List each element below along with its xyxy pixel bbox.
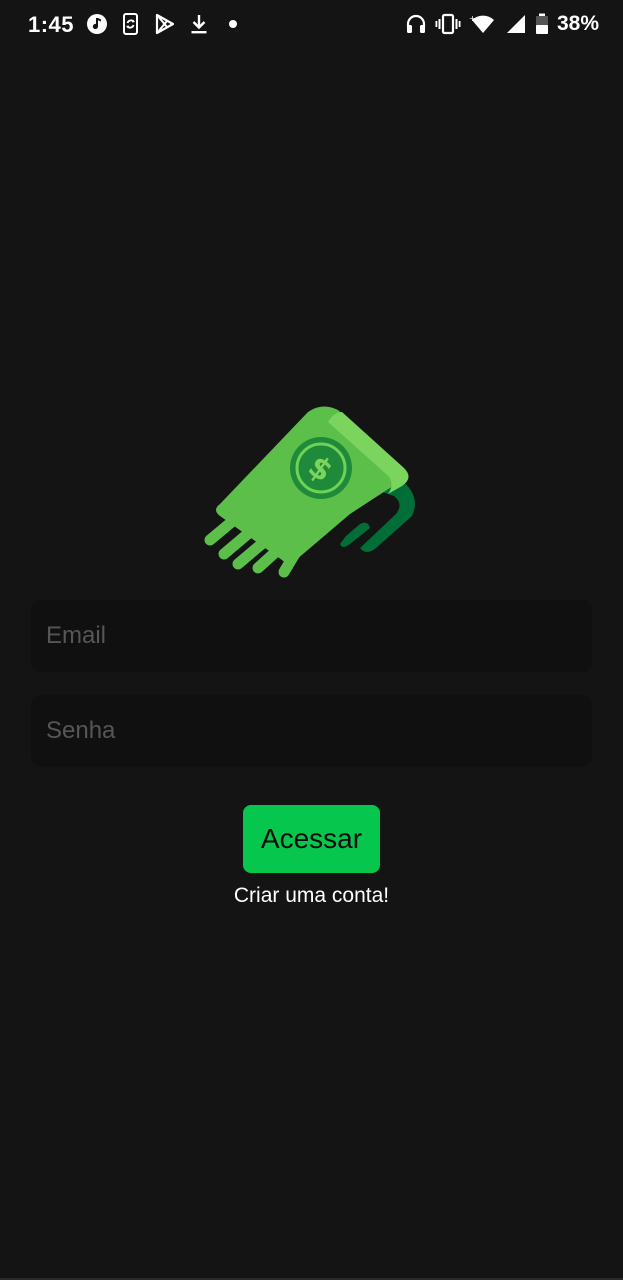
vibrate-icon [435, 13, 461, 35]
app-logo: $ [200, 396, 424, 586]
flying-money-icon: $ [204, 406, 415, 578]
status-time: 1:45 [28, 12, 75, 37]
dot-icon [222, 13, 244, 35]
battery-percentage: 38% [556, 12, 599, 35]
password-field[interactable] [31, 695, 592, 767]
download-icon [188, 13, 210, 35]
status-left-icons [86, 13, 244, 35]
wifi-icon: + [469, 13, 497, 35]
phone-sync-icon [120, 13, 142, 35]
email-field[interactable] [31, 600, 592, 672]
login-button[interactable]: Acessar [243, 805, 380, 873]
headphones-icon [405, 13, 427, 35]
status-right-icons: + 38% [405, 12, 599, 36]
login-screen: 1:45 + 38% $ Email Acessar Criar uma con… [0, 0, 623, 1280]
music-note-icon [86, 13, 108, 35]
create-account-link[interactable]: Criar uma conta! [0, 884, 623, 908]
svg-text:+: + [469, 14, 476, 23]
status-bar: 1:45 + 38% [0, 0, 623, 52]
battery-icon [535, 13, 549, 35]
signal-icon [505, 13, 527, 35]
play-store-icon [154, 13, 176, 35]
